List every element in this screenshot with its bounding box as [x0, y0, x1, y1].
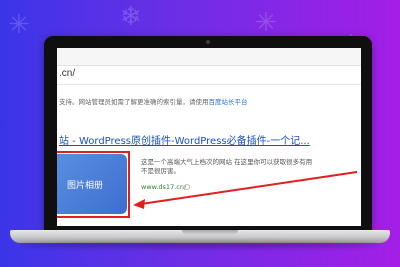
annotation-arrow — [133, 171, 358, 209]
camera-icon — [206, 40, 210, 44]
laptop-shadow — [22, 242, 378, 248]
laptop-notch — [182, 230, 238, 235]
decorative-flake-icon: ✳ — [8, 10, 30, 40]
decorative-flake-icon: ✳ — [255, 8, 277, 38]
laptop-screen-bezel: .cn/ 支持。网站管理员如需了解更准确的索引量，请使用百度站长平台 站 - W… — [44, 36, 372, 230]
decorative-flake-icon: ❄ — [120, 2, 142, 32]
browser-viewport: .cn/ 支持。网站管理员如需了解更准确的索引量，请使用百度站长平台 站 - W… — [57, 48, 361, 226]
annotation-arrow-head — [133, 199, 145, 209]
annotation-arrow-line — [140, 171, 358, 205]
